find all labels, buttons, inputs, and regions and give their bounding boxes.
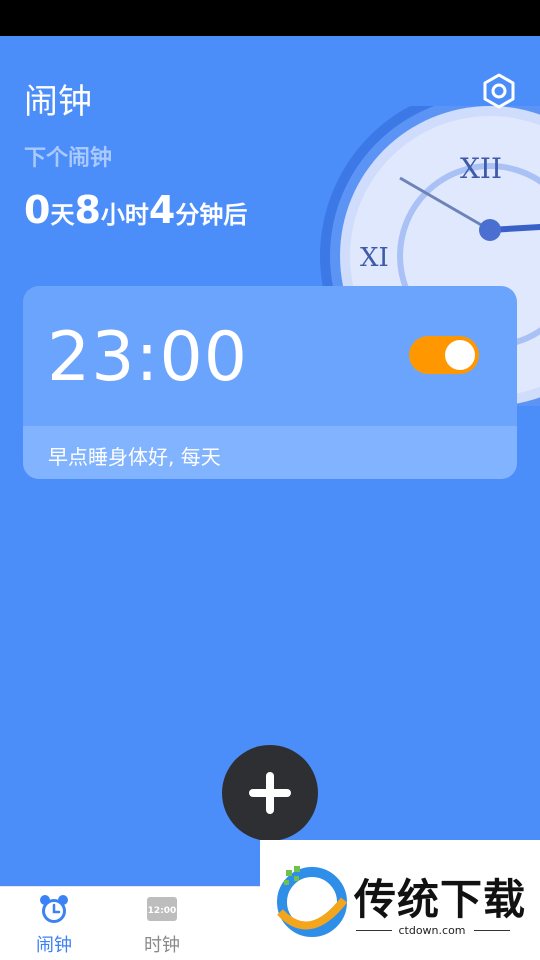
nav-label-clock: 时钟 (144, 935, 180, 956)
countdown-days: 0 (24, 188, 51, 232)
add-alarm-button[interactable] (222, 745, 318, 841)
gear-icon (483, 73, 515, 109)
alarm-footer: 早点睡身体好, 每天 (23, 426, 517, 479)
digital-clock-icon: 12:00 (147, 897, 177, 921)
plus-icon (249, 772, 291, 814)
alarm-card[interactable]: 23:00 早点睡身体好, 每天 (23, 286, 517, 479)
alarm-screen: XII XI I 闹钟 下个闹钟 0 天 8 小时 4 分钟后 23:00 早点… (0, 36, 540, 886)
page-title: 闹钟 (24, 82, 92, 122)
watermark-logo (277, 866, 348, 937)
svg-text:XII: XII (460, 152, 502, 185)
watermark-title: 传统下载 (354, 875, 527, 924)
countdown-days-unit: 天 (50, 201, 75, 229)
alarm-toggle[interactable] (409, 336, 479, 374)
countdown-hours: 8 (74, 188, 101, 232)
settings-button[interactable] (478, 70, 520, 112)
nav-item-clock[interactable]: 12:00 时钟 (108, 887, 216, 960)
nav-item-alarm[interactable]: 闹钟 (0, 887, 108, 960)
countdown-minutes: 4 (148, 188, 176, 232)
countdown-minutes-unit: 分钟后 (175, 201, 248, 229)
nav-label-alarm: 闹钟 (36, 935, 72, 956)
toggle-knob (445, 340, 475, 370)
countdown-hours-unit: 小时 (100, 201, 149, 229)
next-alarm-label: 下个闹钟 (24, 146, 113, 171)
status-bar (0, 0, 540, 36)
svg-text:XI: XI (360, 243, 389, 273)
watermark-line-right (474, 930, 510, 931)
svg-text:12:00: 12:00 (148, 906, 177, 916)
watermark-overlay: 传统下载 ctdown.com (260, 840, 540, 960)
alarm-time[interactable]: 23:00 (47, 318, 248, 397)
next-alarm-countdown: 0 天 8 小时 4 分钟后 (24, 188, 247, 232)
alarm-clock-icon (40, 895, 68, 923)
alarm-note: 早点睡身体好, 每天 (48, 445, 221, 469)
